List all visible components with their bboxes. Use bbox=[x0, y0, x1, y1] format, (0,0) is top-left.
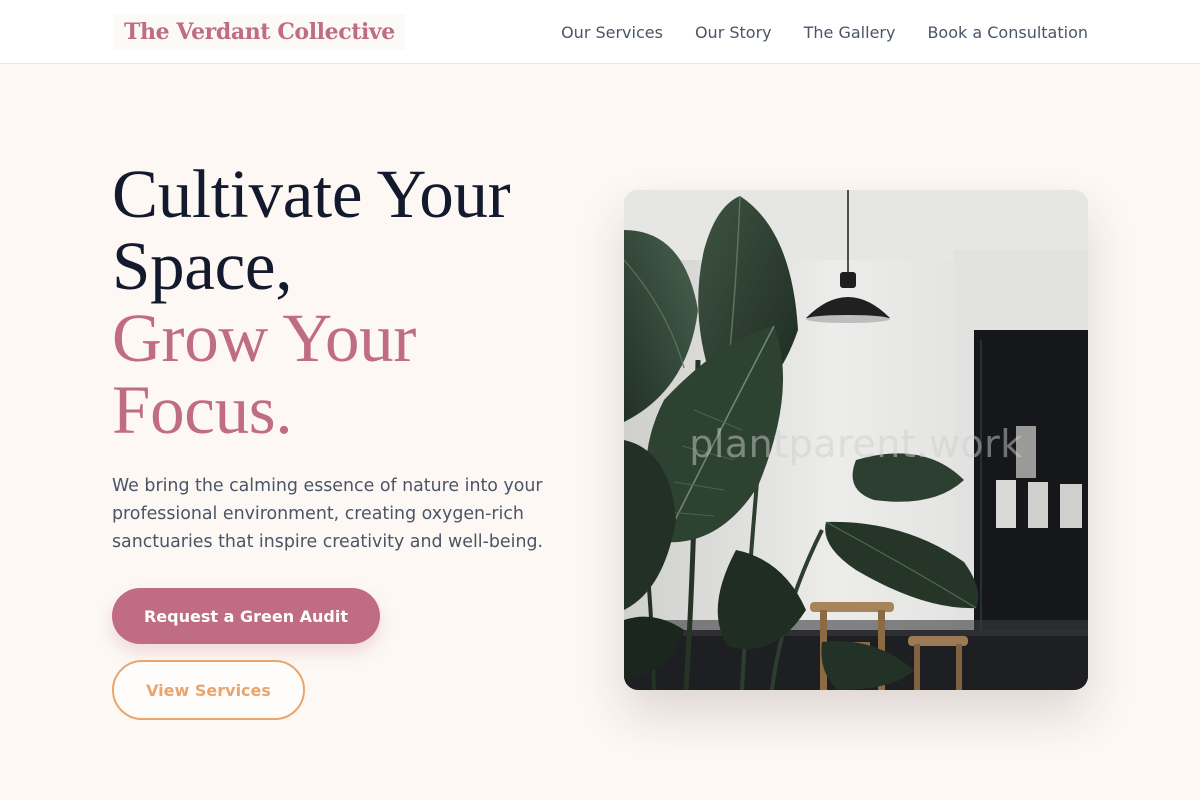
hero-description: We bring the calming essence of nature i… bbox=[112, 476, 544, 552]
view-services-button[interactable]: View Services bbox=[112, 660, 305, 720]
nav-link-services[interactable]: Our Services bbox=[561, 23, 663, 42]
hero-plant-image: plantparent.work bbox=[624, 190, 1088, 690]
site-header: The Verdant Collective Our Services Our … bbox=[0, 0, 1200, 64]
nav-link-gallery[interactable]: The Gallery bbox=[804, 23, 896, 42]
brand-logo[interactable]: The Verdant Collective bbox=[114, 14, 405, 50]
hero-title: Cultivate Your Space, Grow Your Focus. bbox=[112, 158, 592, 446]
hero-title-accent: Grow Your Focus. bbox=[112, 300, 417, 448]
plant-photo-illustration bbox=[624, 190, 1088, 690]
nav-link-consultation[interactable]: Book a Consultation bbox=[927, 23, 1088, 42]
nav-link-story[interactable]: Our Story bbox=[695, 23, 772, 42]
main-nav: Our Services Our Story The Gallery Book … bbox=[561, 0, 1088, 64]
hero-title-primary: Cultivate Your Space, bbox=[112, 156, 511, 304]
request-audit-button[interactable]: Request a Green Audit bbox=[112, 588, 380, 644]
